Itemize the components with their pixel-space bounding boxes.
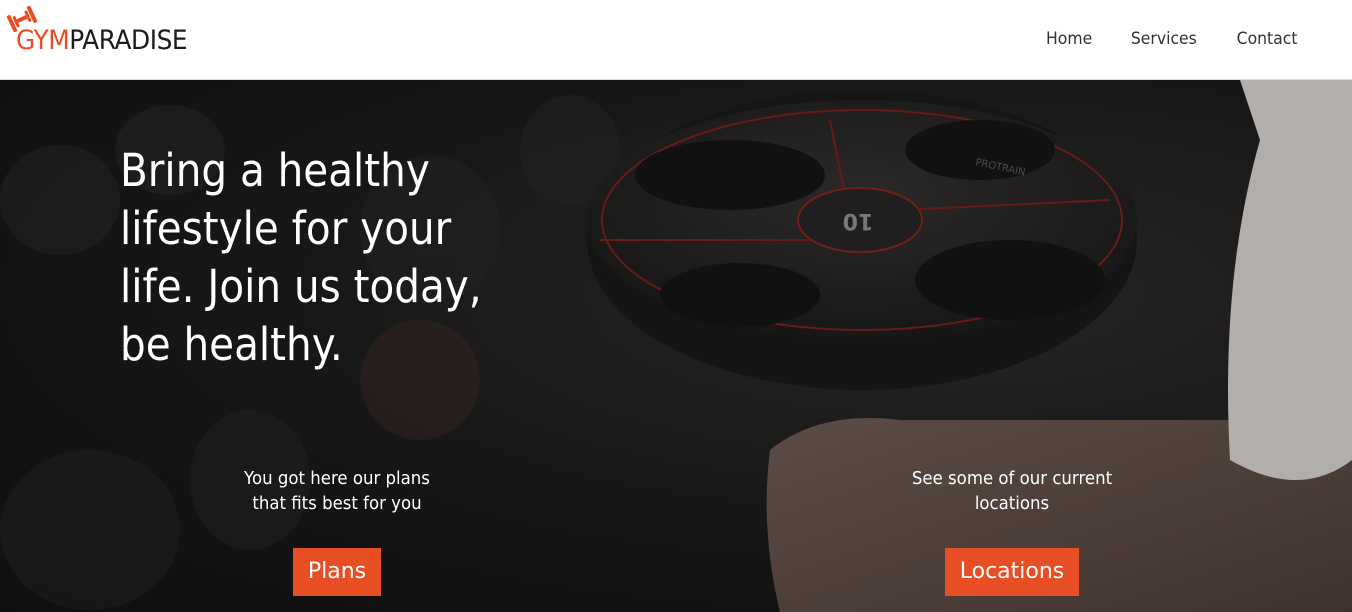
brand-name-gym: GYM <box>16 25 70 56</box>
nav-services-link[interactable]: Services <box>1131 29 1197 49</box>
brand-logo[interactable]: GYMPARADISE <box>6 6 216 62</box>
nav-contact-link[interactable]: Contact <box>1237 29 1298 49</box>
locations-cta: See some of our current locations Locati… <box>872 466 1152 596</box>
plans-button[interactable]: Plans <box>292 548 382 596</box>
plans-cta-text: You got here our plans that fits best fo… <box>244 468 430 514</box>
locations-cta-text: See some of our current locations <box>911 468 1113 514</box>
hero-section: 10 PROTRAIN Bring a healthy lifestyle fo… <box>0 80 1352 612</box>
hero-title: Bring a healthy lifestyle for your life.… <box>120 144 482 371</box>
plans-cta: You got here our plans that fits best fo… <box>197 466 477 596</box>
main-nav: Home Services Contact <box>1044 29 1300 49</box>
nav-home-link[interactable]: Home <box>1046 29 1092 49</box>
brand-name: GYMPARADISE <box>16 25 188 56</box>
locations-button[interactable]: Locations <box>944 548 1080 596</box>
brand-name-paradise: PARADISE <box>69 25 188 56</box>
top-navbar: GYMPARADISE Home Services Contact <box>0 0 1352 80</box>
